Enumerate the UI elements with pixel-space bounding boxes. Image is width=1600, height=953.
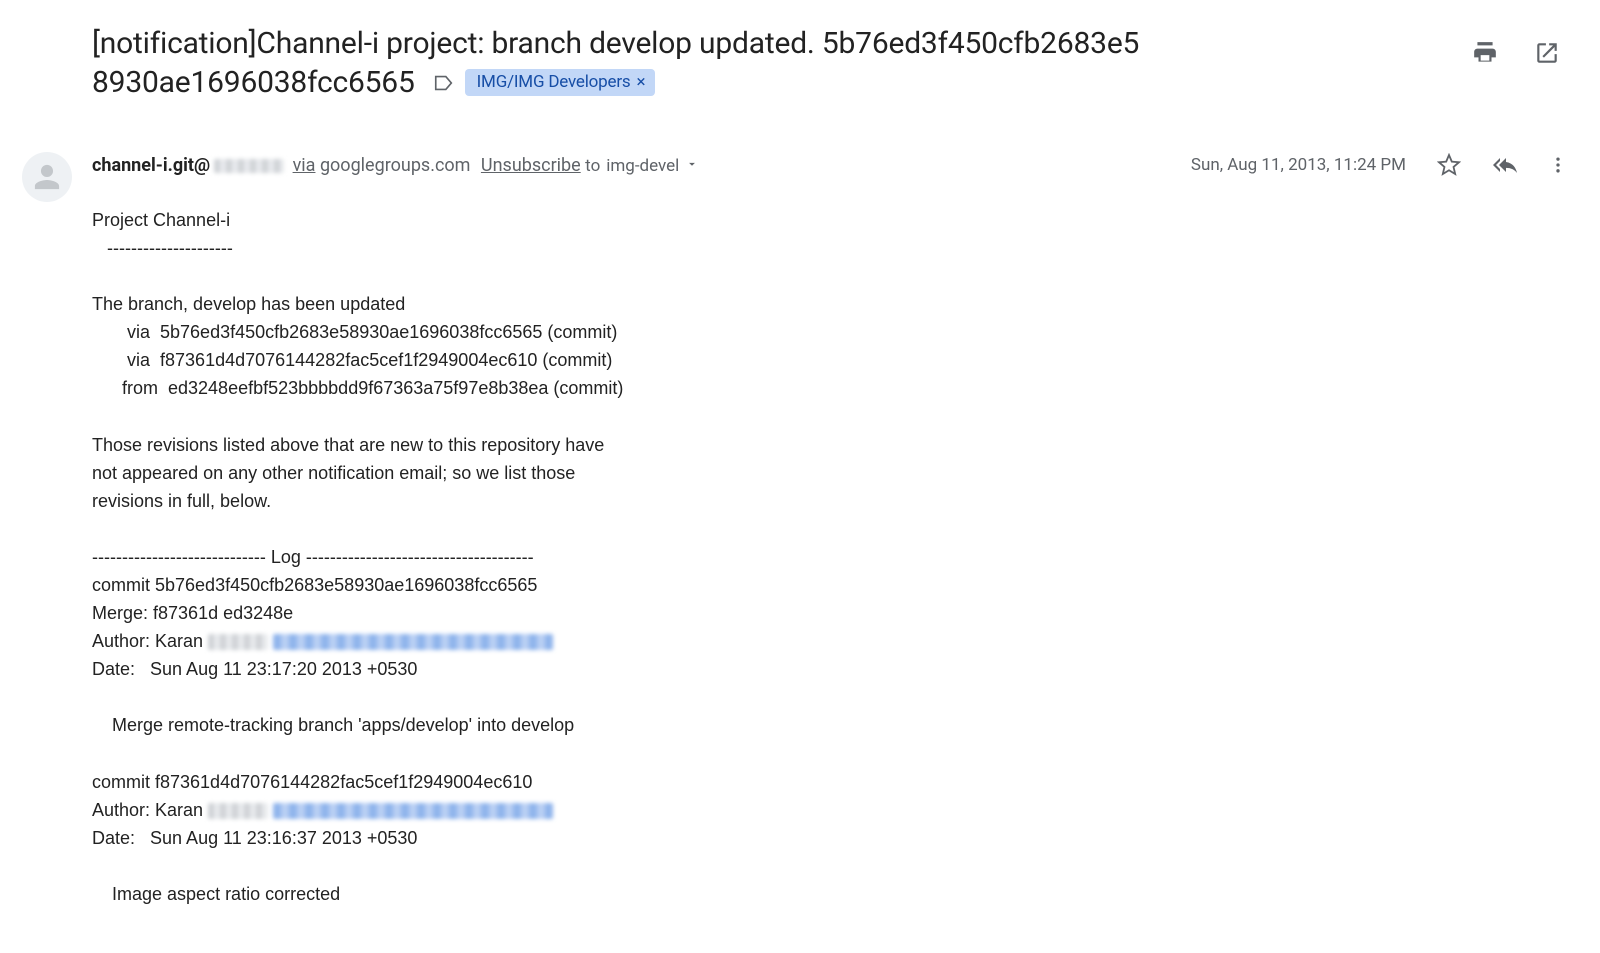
redacted-email — [273, 634, 553, 650]
label-remove-icon[interactable]: × — [636, 71, 645, 93]
email-subject: [notification]Channel-i project: branch … — [92, 24, 1472, 102]
avatar[interactable] — [22, 152, 72, 202]
chevron-down-icon — [685, 156, 699, 176]
label-text: IMG/IMG Developers — [477, 71, 631, 93]
redacted-email — [273, 803, 553, 819]
open-new-window-icon[interactable] — [1534, 40, 1560, 66]
reply-all-icon[interactable] — [1492, 152, 1518, 178]
via-domain: googlegroups.com — [320, 155, 471, 176]
unsubscribe-link[interactable]: Unsubscribe — [481, 155, 581, 176]
via-label: via — [293, 155, 316, 176]
subject-text-line2: 8930ae1696038fcc6565 — [92, 63, 415, 102]
to-list: img-devel — [606, 156, 679, 176]
print-icon[interactable] — [1472, 40, 1498, 66]
sender-name[interactable]: channel-i.git@ — [92, 155, 210, 176]
message-body: Project Channel-i --------------------- … — [92, 206, 1568, 908]
label-chip[interactable]: IMG/IMG Developers × — [465, 69, 656, 95]
redacted-surname — [208, 634, 268, 650]
redacted-domain — [214, 159, 284, 173]
recipients-toggle[interactable]: to img-devel — [585, 156, 699, 176]
message-datetime: Sun, Aug 11, 2013, 11:24 PM — [1191, 155, 1406, 175]
star-icon[interactable] — [1436, 152, 1462, 178]
redacted-surname — [208, 803, 268, 819]
more-menu-icon[interactable] — [1548, 152, 1568, 178]
to-prefix: to — [585, 156, 600, 176]
subject-text-line1: [notification]Channel-i project: branch … — [92, 26, 1139, 61]
importance-marker-icon[interactable] — [433, 72, 455, 94]
